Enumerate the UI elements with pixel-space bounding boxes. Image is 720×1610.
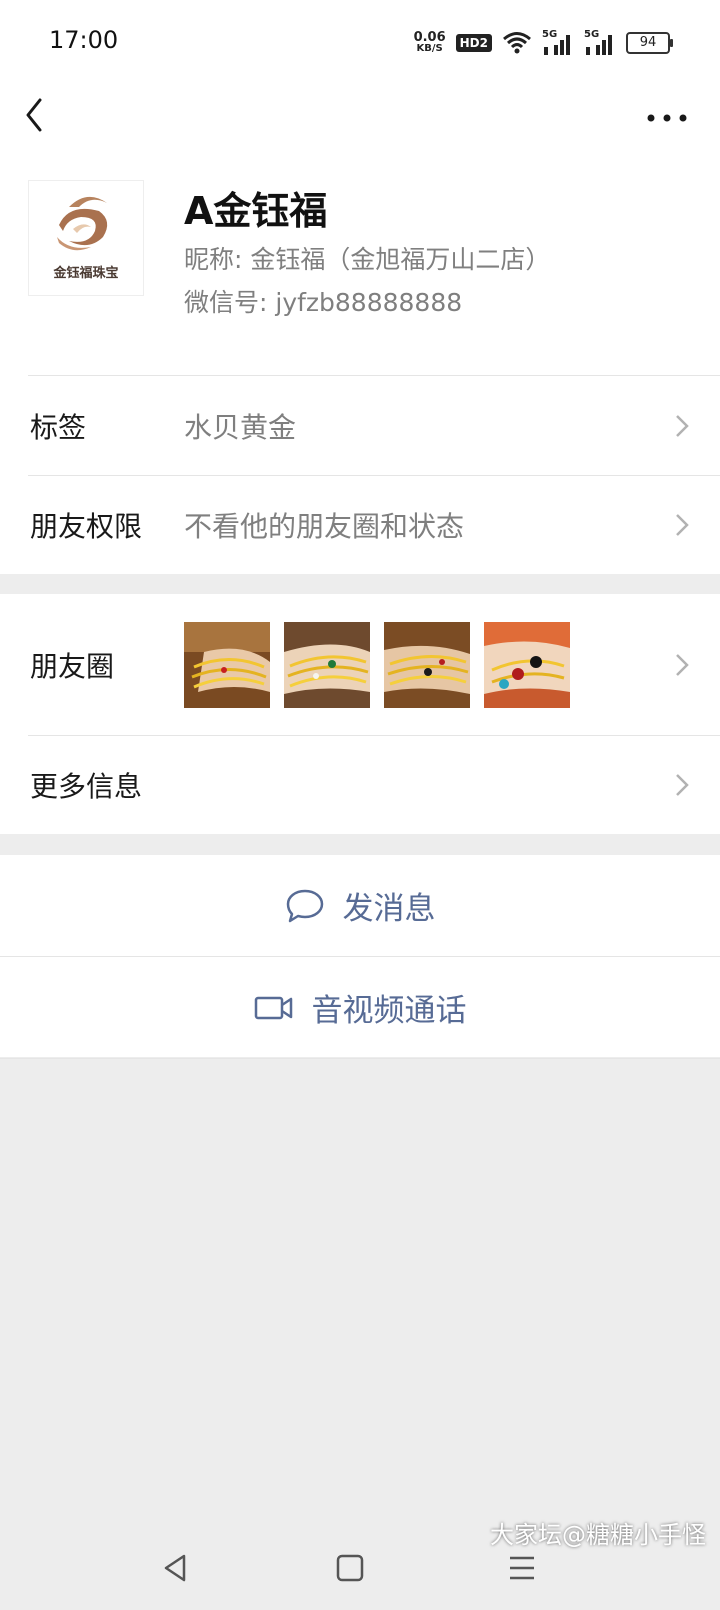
nav-home-button[interactable]	[330, 1548, 370, 1588]
watermark: 大家坛@糖糖小手怪	[490, 1521, 706, 1549]
video-camera-icon	[254, 996, 292, 1019]
divider	[0, 1058, 720, 1059]
avatar-logo-text: 金钰福珠宝	[53, 266, 119, 281]
brand-logo-icon	[57, 196, 108, 251]
wechat-id: 微信号: jyfzb88888888	[184, 288, 463, 317]
moments-thumbnail[interactable]	[184, 622, 270, 708]
moments-thumbnail[interactable]	[284, 622, 370, 708]
menu-lines-icon	[510, 1556, 534, 1580]
ellipsis-icon	[647, 114, 687, 122]
nav-recents-button[interactable]	[502, 1548, 542, 1588]
top-nav-bar	[0, 80, 720, 150]
moments-section: 朋友圈 更多信息	[0, 594, 720, 834]
nav-back-button[interactable]	[158, 1548, 198, 1588]
triangle-back-icon	[164, 1554, 186, 1582]
avatar[interactable]: 金钰福珠宝	[28, 180, 144, 296]
moments-thumbnail[interactable]	[384, 622, 470, 708]
signal-icon-2: 5G	[584, 29, 616, 55]
moments-thumbnails	[184, 622, 570, 708]
friend-permission-label: 朋友权限	[30, 510, 143, 543]
chevron-right-icon	[676, 514, 689, 536]
moments-label: 朋友圈	[30, 649, 115, 683]
more-button[interactable]	[642, 94, 692, 134]
chat-bubble-icon	[286, 889, 323, 922]
chevron-right-icon	[676, 774, 689, 796]
battery-icon: 94	[626, 32, 673, 54]
profile-header: 金钰福珠宝 A金钰福 昵称: 金钰福（金旭福万山二店） 微信号: jyfzb88…	[0, 150, 720, 375]
status-time: 17:00	[49, 26, 119, 54]
network-speed: 0.06 KB/S	[413, 30, 446, 54]
video-call-button[interactable]: 音视频通话	[0, 957, 720, 1058]
tag-row[interactable]: 标签 水贝黄金	[0, 376, 720, 475]
wifi-icon	[503, 32, 531, 54]
back-button[interactable]	[22, 90, 62, 140]
chevron-right-icon	[676, 414, 689, 437]
info-section: 标签 水贝黄金 朋友权限 不看他的朋友圈和状态	[0, 375, 720, 574]
tag-label: 标签	[30, 410, 87, 444]
status-bar: 17:00 0.06 KB/S HD2 5G 5G 94	[0, 0, 720, 80]
more-info-label: 更多信息	[30, 770, 143, 803]
more-info-row[interactable]: 更多信息	[0, 736, 720, 834]
friend-permission-row[interactable]: 朋友权限 不看他的朋友圈和状态	[0, 476, 720, 574]
chevron-right-icon	[676, 653, 689, 676]
send-message-button[interactable]: 发消息	[0, 855, 720, 956]
moments-thumbnail[interactable]	[484, 622, 570, 708]
friend-permission-value: 不看他的朋友圈和状态	[184, 510, 465, 543]
video-call-label: 音视频通话	[311, 993, 467, 1029]
display-name: A金钰福	[184, 189, 328, 233]
moments-row[interactable]: 朋友圈	[0, 594, 720, 735]
send-message-label: 发消息	[342, 891, 436, 927]
chevron-left-icon	[26, 98, 42, 132]
nickname: 昵称: 金钰福（金旭福万山二店）	[184, 245, 551, 274]
hd-voice-icon: HD2	[455, 34, 492, 52]
signal-icon-1: 5G	[542, 29, 574, 55]
tag-value: 水贝黄金	[184, 410, 297, 444]
square-home-icon	[336, 1554, 364, 1582]
action-section: 发消息 音视频通话	[0, 855, 720, 1059]
status-icons: 0.06 KB/S HD2 5G 5G 94	[413, 28, 673, 58]
